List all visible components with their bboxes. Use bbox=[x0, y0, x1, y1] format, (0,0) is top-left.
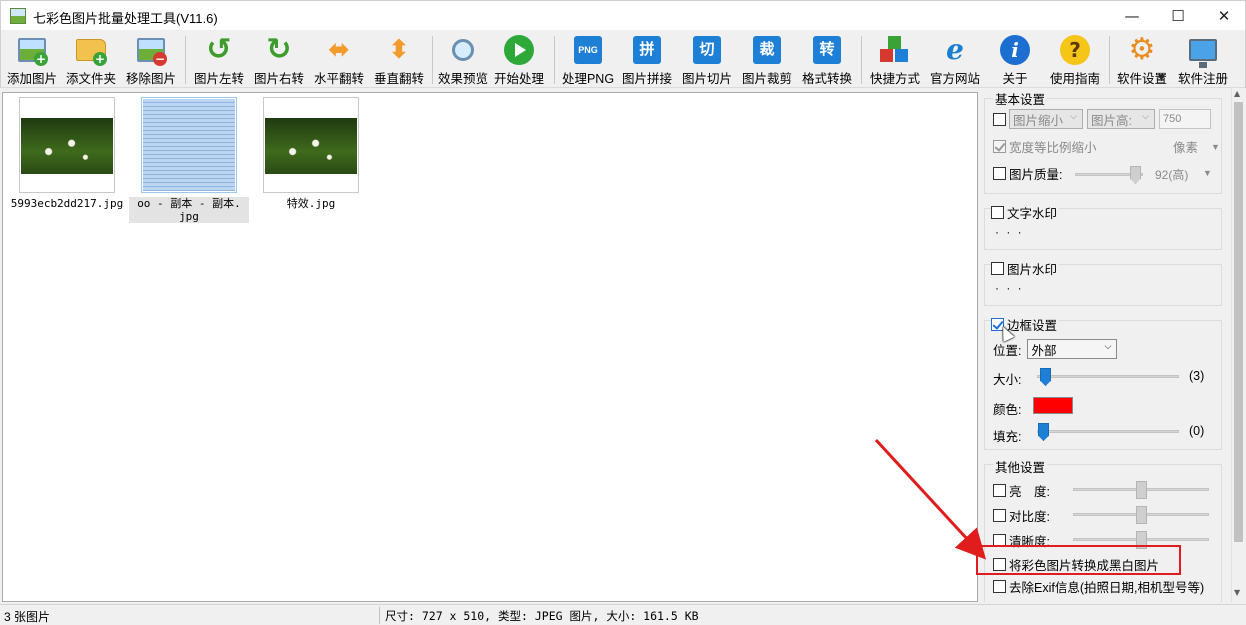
status-separator bbox=[379, 607, 380, 624]
status-image-count: 3 张图片 bbox=[4, 610, 51, 624]
status-bar: 3 张图片 尺寸: 727 x 510, 类型: JPEG 图片, 大小: 16… bbox=[0, 604, 1246, 625]
status-image-info: 尺寸: 727 x 510, 类型: JPEG 图片, 大小: 161.5 KB bbox=[385, 609, 699, 623]
annotation-arrow bbox=[874, 438, 987, 560]
